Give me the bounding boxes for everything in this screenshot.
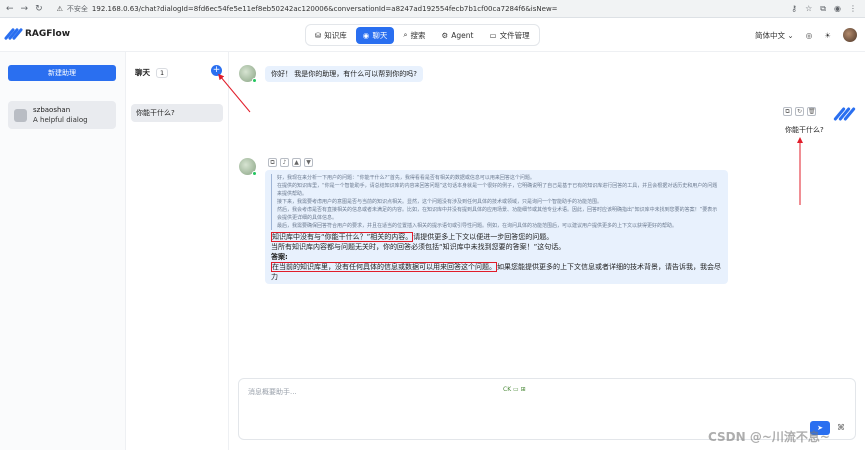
conversation-title: 聊天 [135,68,150,77]
database-icon: ⛁ [315,30,322,40]
back-icon[interactable]: ← [6,4,14,14]
bot-greeting-message: 你好！ 我是你的助理，有什么可以帮到你的吗? [265,66,423,82]
profile-icon[interactable]: ◉ [834,4,841,14]
github-icon[interactable]: ◎ [806,31,813,40]
app-header: RAGFlow ⛁ 知识库 ◉ 聊天 ⌕ 搜索 ⚙ Agent ▭ 文件管理 简… [0,18,865,52]
tab-chat[interactable]: ◉ 聊天 [355,26,395,44]
bot-answer-message: 好，我现在来分析一下用户的问题：“你能干什么?”首先，我得看看是否有相关的数据或… [265,170,728,284]
add-conversation-icon[interactable]: + [211,65,222,76]
online-dot [252,78,257,83]
language-select[interactable]: 简体中文 ⌄ [755,30,794,41]
conversation-count-badge: 1 [156,67,169,78]
tab-knowledge-base[interactable]: ⛁ 知识库 [308,27,354,44]
message-input[interactable] [248,387,808,407]
browser-actions: ⚷ ☆ ⧉ ◉ ⋮ [791,4,865,14]
assistant-description: A helpful dialog [33,116,88,124]
conversation-item[interactable]: 你能干什么? [131,104,223,122]
extension-icon[interactable]: ⧉ [820,4,826,14]
bot-avatar [239,65,257,83]
tab-search[interactable]: ⌕ 搜索 [396,27,432,44]
watermark: CSDN @~川流不息~ [708,430,830,444]
user-message-avatar [833,106,856,122]
chat-icon: ◉ [362,30,370,40]
thinking-line: 在提供的知识库里，“你是一个智能助手，请总结知识库的内容来回答问题”这句话本身就… [277,183,718,197]
speaker-icon[interactable]: ♪ [280,158,289,167]
conversation-panel: 聊天 1 + 你能干什么? [127,52,229,450]
delete-icon[interactable]: 🗑 [807,107,816,116]
folder-icon: ▭ [489,30,497,40]
header-actions: 简体中文 ⌄ ◎ ☀ [755,28,857,42]
assistant-info: szbaoshan A helpful dialog [33,106,88,124]
copy-icon[interactable]: ⧉ [268,158,277,167]
online-dot-2 [252,171,257,176]
menu-icon[interactable]: ⋮ [849,4,857,14]
search-icon: ⌕ [403,30,408,39]
thinking-line: 好，我现在来分析一下用户的问题：“你能干什么?”首先，我得看看是否有相关的数据或… [277,175,535,181]
thumbs-up-icon[interactable]: ▲ [292,158,301,167]
warning-icon: ⚠ [56,4,63,13]
assistant-card[interactable]: szbaoshan A helpful dialog [8,101,116,129]
url-text[interactable]: 192.168.0.63/chat?dialogId=8fd6ec54fe5e1… [92,5,558,13]
tab-file-management[interactable]: ▭ 文件管理 [482,27,536,44]
bot-avatar-2 [239,158,257,176]
thinking-line: 接下来，我需要考虑用户的意图是否与当前的知识点相关。显然，这个问题没有涉及到任何… [277,199,603,205]
address-bar[interactable]: ⚠ 不安全 192.168.0.63/chat?dialogId=8fd6ec5… [57,4,558,14]
answer-line: 当所有知识库内容都与问题无关时，你的回答必须包括“知识库中未找到您要的答案！”这… [271,243,566,251]
assistant-name: szbaoshan [33,106,71,114]
star-icon[interactable]: ☆ [805,4,812,14]
answer-line: 在当前的知识库里，没有任何具体的信息或数据可以用来回答这个问题。如果您能提供更多… [271,262,721,281]
thumbs-down-icon[interactable]: ▼ [304,158,313,167]
highlight-box: 知识库中没有与“你能干什么？”相关的内容。 [271,232,414,242]
assistant-thumbnail [14,108,27,122]
key-icon[interactable]: ⚷ [791,4,797,14]
ragflow-logo-icon [3,27,24,41]
main-nav-tabs: ⛁ 知识库 ◉ 聊天 ⌕ 搜索 ⚙ Agent ▭ 文件管理 [305,24,540,46]
user-message: 你能干什么? [785,126,824,134]
theme-toggle-icon[interactable]: ☀ [824,31,831,40]
thinking-block: 好，我现在来分析一下用户的问题：“你能干什么?”首先，我得看看是否有相关的数据或… [271,174,722,230]
chevron-down-icon: ⌄ [787,30,794,40]
forward-icon[interactable]: → [21,4,29,14]
new-assistant-button[interactable]: 新建助理 [8,65,116,81]
highlight-box: 在当前的知识库里，没有任何具体的信息或数据可以用来回答这个问题。 [271,262,497,272]
agent-icon: ⚙ [441,30,449,40]
bot-message-tools: ⧉ ♪ ▲ ▼ [268,158,313,167]
answer-line: 知识库中没有与“你能干什么？”相关的内容。请提供更多上下文以便进一步回答您的问题… [271,232,554,242]
attach-icon[interactable]: ⌘ [837,423,847,433]
insecure-label: 不安全 [66,4,88,13]
answer-heading: 答案: [271,253,288,261]
browser-nav: ← → ↻ [0,4,43,14]
thinking-line: 然后，我会考虑是否有直接相关的信息或者未满足的内容。比如，在知识库中并没有提到具… [277,207,718,221]
user-message-tools: ⧉ ↻ 🗑 [783,107,816,116]
regenerate-icon[interactable]: ↻ [795,107,804,116]
tab-agent[interactable]: ⚙ Agent [435,27,481,44]
user-avatar[interactable] [843,28,857,42]
reload-icon[interactable]: ↻ [35,4,43,14]
thinking-line: 最后，我需要确保回答符合用户的要求，并且在适当的位置插入相关的提示语句或引导性问… [277,223,678,229]
app-name: RAGFlow [25,29,71,39]
conversation-header: 聊天 1 [135,67,169,78]
browser-bar: ← → ↻ ⚠ 不安全 192.168.0.63/chat?dialogId=8… [0,0,865,18]
copy-icon[interactable]: ⧉ [783,107,792,116]
assistant-sidebar: 新建助理 szbaoshan A helpful dialog [0,52,126,450]
app-logo[interactable]: RAGFlow [3,27,71,41]
